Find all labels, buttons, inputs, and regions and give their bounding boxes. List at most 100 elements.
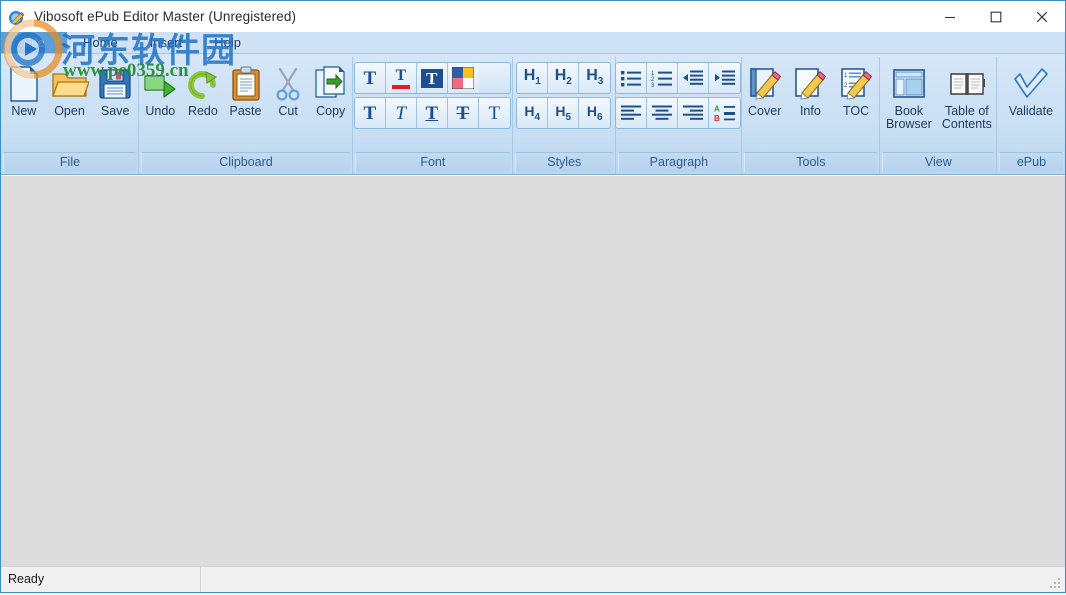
menu-item-home[interactable]: Home [67,32,134,53]
strikethrough-icon[interactable]: T [448,98,479,128]
ribbon-group-label-epub: ePub [999,152,1063,172]
resize-grip-icon[interactable] [1048,576,1062,590]
align-left-icon[interactable] [616,98,647,128]
numbered-list-icon[interactable]: 1 2 3 [647,63,678,93]
increase-indent-icon[interactable] [709,63,740,93]
clear-formatting-glyph: T [489,104,501,123]
maximize-icon[interactable] [973,1,1019,32]
cut-button[interactable]: Cut [267,60,310,119]
styles-row-2: H4 H5 H6 [516,97,611,129]
h4-letter: H [524,103,534,119]
status-secondary-pane [201,567,1065,592]
heading-6-button[interactable]: H6 [579,98,610,128]
ribbon-group-label-file: File [3,152,136,172]
save-floppy-icon [98,63,132,105]
info-button[interactable]: Info [788,60,834,119]
strikethrough-glyph: T [456,104,469,123]
undo-arrow-icon [142,63,178,105]
align-right-icon[interactable] [678,98,709,128]
cover-button[interactable]: Cover [742,60,788,119]
clear-formatting-icon[interactable]: T [479,98,510,128]
book-browser-button-label: Book Browser [880,105,938,131]
ribbon-group-label-view: View [882,152,994,172]
menu-item-file[interactable]: File [1,32,67,53]
open-book-icon [948,63,986,105]
h6-letter: H [587,103,597,119]
paste-button[interactable]: Paste [224,60,267,119]
decrease-indent-icon[interactable] [678,63,709,93]
open-folder-icon [51,63,89,105]
highlight-color-icon[interactable]: T [417,63,448,93]
paragraph-row-1: 1 2 3 [615,62,741,94]
toc-edit-icon: 1 2 [839,63,873,105]
minimize-icon[interactable] [927,1,973,32]
copy-pages-icon [314,63,348,105]
close-icon[interactable] [1019,1,1065,32]
new-button-label: New [11,105,36,118]
underline-icon[interactable]: T [417,98,448,128]
h2-letter: H [555,67,567,84]
redo-button[interactable]: Redo [182,60,225,119]
heading-5-button[interactable]: H5 [548,98,579,128]
save-button-label: Save [101,105,130,118]
open-button[interactable]: Open [47,60,93,119]
ribbon-group-label-tools: Tools [744,152,877,172]
status-bar: Ready [1,566,1065,592]
h2-level: 2 [566,77,572,88]
bullet-list-icon[interactable] [616,63,647,93]
h3-letter: H [586,67,598,84]
document-client-area[interactable] [1,175,1065,566]
undo-button-label: Undo [145,105,175,118]
bold-icon[interactable]: T [355,98,386,128]
bold-glyph: T [363,104,376,123]
window-title: Vibosoft ePub Editor Master (Unregistere… [34,9,296,24]
paste-button-label: Paste [230,105,262,118]
save-button[interactable]: Save [92,60,138,119]
ribbon-group-tools: Cover Info [742,57,880,174]
heading-4-button[interactable]: H4 [517,98,548,128]
undo-button[interactable]: Undo [139,60,182,119]
application-window: Vibosoft ePub Editor Master (Unregistere… [0,0,1066,593]
book-browser-icon [891,63,927,105]
cut-button-label: Cut [278,105,297,118]
h4-level: 4 [535,111,541,122]
italic-icon[interactable]: T [386,98,417,128]
font-color-swatch [392,85,410,89]
open-button-label: Open [54,105,85,118]
font-color-glyph: T [395,68,406,84]
heading-3-button[interactable]: H3 [579,63,610,93]
heading-2-button[interactable]: H2 [548,63,579,93]
validate-check-icon [1011,63,1051,105]
table-of-contents-button[interactable]: Table of Contents [938,60,996,132]
font-face-icon[interactable]: T [355,63,386,93]
validate-button[interactable]: Validate [1002,60,1060,119]
align-center-icon[interactable] [647,98,678,128]
book-browser-button[interactable]: Book Browser [880,60,938,132]
info-edit-icon [793,63,827,105]
epub-editor-icon [8,8,26,26]
ribbon-group-styles: H1 H2 H3 H4 H5 [513,57,616,174]
ribbon-group-font: T T T [353,57,513,174]
table-of-contents-button-label: Table of Contents [938,105,996,131]
highlight-glyph: T [426,70,437,87]
font-row-1: T T T [354,62,511,94]
validate-button-label: Validate [1009,105,1053,118]
title-bar: Vibosoft ePub Editor Master (Unregistere… [1,1,1065,32]
menu-item-help[interactable]: Help [198,32,257,53]
svg-text:B: B [714,114,720,123]
toc-button[interactable]: 1 2 TOC [833,60,879,119]
styles-row-1: H1 H2 H3 [516,62,611,94]
sort-ab-icon[interactable]: A B [709,98,740,128]
copy-button-label: Copy [316,105,345,118]
new-button[interactable]: New [1,60,47,119]
ribbon-toolbar: New Open [1,54,1065,175]
color-palette-icon[interactable] [448,63,479,93]
h1-letter: H [524,67,536,84]
font-color-icon[interactable]: T [386,63,417,93]
font-row-2: T T T T T [354,97,511,129]
window-controls [927,1,1065,32]
copy-button[interactable]: Copy [309,60,352,119]
menu-item-insert[interactable]: Insert [134,32,199,53]
heading-1-button[interactable]: H1 [517,63,548,93]
ribbon-group-paragraph: 1 2 3 [616,57,742,174]
